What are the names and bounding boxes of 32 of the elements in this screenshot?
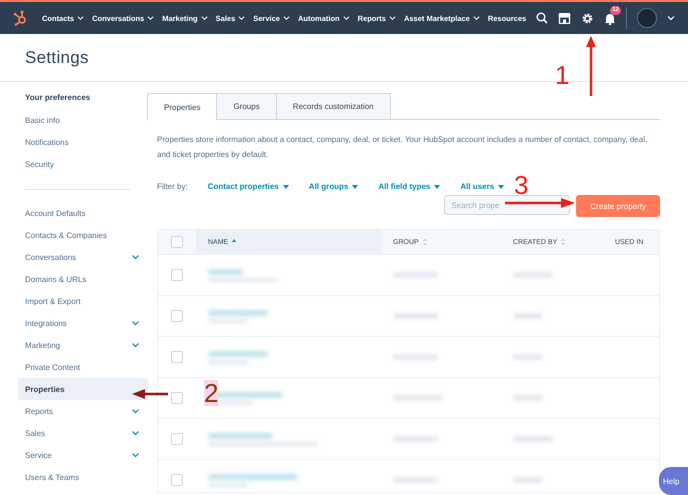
sidebar-item[interactable]: Contacts & Companies: [18, 224, 148, 246]
sidebar-item[interactable]: Conversations: [18, 246, 148, 268]
filter-dropdown[interactable]: All users: [460, 182, 504, 191]
sidebar-item[interactable]: Integrations: [18, 312, 148, 334]
description-text: Properties store information about a contact, company, deal, or ticket. Your HubSpot account includes a number of contact, company, deal, and ticket properties by default.: [157, 134, 648, 161]
search-field[interactable]: Search prope: [444, 195, 570, 215]
filter-dropdown[interactable]: All field types: [378, 182, 440, 191]
sidebar-item[interactable]: Basic info: [18, 109, 148, 131]
sidebar-item[interactable]: Service: [18, 444, 148, 466]
annotation-number: 3: [514, 172, 528, 198]
sidebar-item[interactable]: Domains & URLs: [18, 268, 148, 290]
sidebar-item[interactable]: Account Defaults: [18, 202, 148, 224]
sidebar-item[interactable]: Users & Teams: [18, 466, 148, 488]
tab[interactable]: Properties: [147, 93, 218, 120]
sidebar-item[interactable]: Private Content: [18, 356, 148, 378]
sidebar-item[interactable]: Import & Export: [18, 290, 148, 312]
page-title: Settings: [25, 48, 89, 68]
help-button[interactable]: Help: [659, 467, 688, 495]
filter-label: Filter by:: [157, 182, 188, 191]
annotation-number: 1: [555, 62, 570, 88]
annotation-number: 2: [204, 380, 218, 406]
tab[interactable]: Records customization: [276, 93, 391, 119]
sidebar-item[interactable]: Properties: [18, 378, 148, 400]
sidebar-item[interactable]: Sales: [18, 422, 148, 444]
sidebar-item[interactable]: Marketing: [18, 334, 148, 356]
tab[interactable]: Groups: [216, 93, 277, 119]
sidebar-item[interactable]: Reports: [18, 400, 148, 422]
sidebar-item[interactable]: Notifications: [18, 131, 148, 153]
sidebar-item[interactable]: Security: [18, 153, 148, 175]
section-heading: Your preferences: [24, 92, 92, 104]
filter-dropdown[interactable]: All groups: [308, 182, 358, 191]
filter-dropdown[interactable]: Contact properties: [208, 182, 289, 191]
